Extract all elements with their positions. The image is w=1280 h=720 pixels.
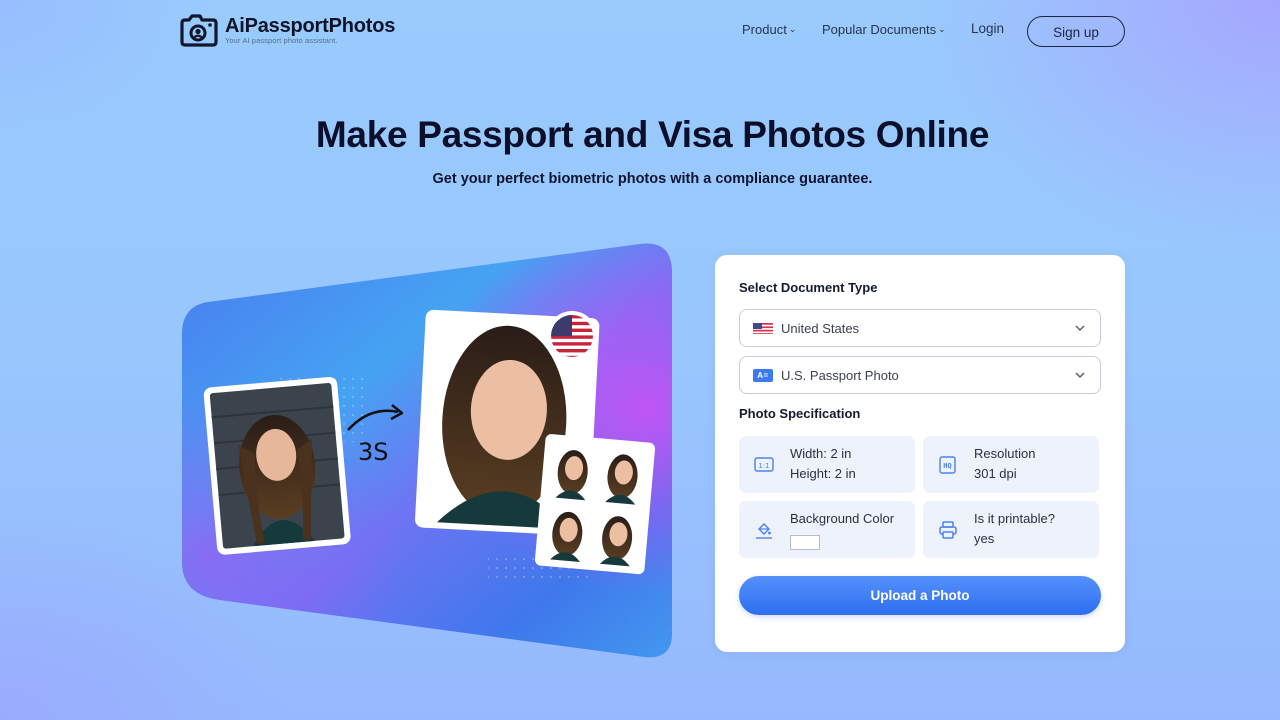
hq-icon: HQ xyxy=(939,456,956,474)
printer-icon xyxy=(939,521,957,539)
original-photo xyxy=(203,376,351,555)
chevron-down-icon: ⌄ xyxy=(788,24,797,34)
background-color-swatch xyxy=(790,535,820,550)
nav-product-label: Product xyxy=(742,22,787,37)
photo-spec-label: Photo Specification xyxy=(739,406,861,421)
site-header: AiPassportPhotos Your AI passport photo … xyxy=(0,0,1280,64)
spec-background-label: Background Color xyxy=(790,511,895,526)
brand-name: AiPassportPhotos xyxy=(225,15,396,37)
spec-resolution-tile: HQ Resolution 301 dpi xyxy=(923,436,1099,493)
paint-bucket-icon xyxy=(756,523,772,539)
signup-button[interactable]: Sign up xyxy=(1027,16,1125,47)
document-select[interactable]: A= U.S. Passport Photo xyxy=(739,356,1101,394)
spec-background-tile: Background Color xyxy=(739,501,915,558)
page-title: Make Passport and Visa Photos Online xyxy=(315,114,990,155)
hero-illustration: 3S xyxy=(180,242,674,660)
document-select-value: U.S. Passport Photo xyxy=(781,367,899,383)
chevron-down-icon: ⌄ xyxy=(938,24,946,34)
login-link[interactable]: Login xyxy=(971,21,1004,36)
spec-printable-label: Is it printable? xyxy=(974,511,1055,526)
spec-printable-tile: Is it printable? yes xyxy=(923,501,1099,558)
svg-text:1:1: 1:1 xyxy=(758,462,769,470)
id-card-icon: A= xyxy=(753,368,773,382)
country-select-value: United States xyxy=(781,320,860,336)
svg-text:HQ: HQ xyxy=(943,462,951,470)
nav-popular-documents[interactable]: Popular Documents ⌄ xyxy=(822,22,946,37)
upload-photo-button[interactable]: Upload a Photo xyxy=(739,576,1101,615)
logo[interactable]: AiPassportPhotos Your AI passport photo … xyxy=(180,14,395,48)
camera-logo-icon xyxy=(180,14,218,48)
print-sheet xyxy=(534,434,656,575)
chevron-down-icon xyxy=(1075,372,1085,378)
brand-tagline: Your AI passport photo assistant. xyxy=(225,36,338,45)
spec-size-tile: 1:1 Width: 2 in Height: 2 in xyxy=(739,436,915,493)
illustration-background xyxy=(182,243,672,658)
aspect-ratio-icon: 1:1 xyxy=(754,457,774,472)
document-type-label: Select Document Type xyxy=(739,280,878,295)
spec-resolution-label: Resolution xyxy=(974,446,1036,461)
nav-product[interactable]: Product ⌄ xyxy=(742,22,796,37)
processing-time-label: 3S xyxy=(358,438,389,466)
page-subtitle: Get your perfect biometric photos with a… xyxy=(432,171,873,187)
country-select[interactable]: United States xyxy=(739,309,1101,347)
chevron-down-icon xyxy=(1075,325,1085,331)
spec-width: Width: 2 in xyxy=(790,446,852,461)
spec-height: Height: 2 in xyxy=(790,466,856,481)
us-flag-icon xyxy=(753,322,773,334)
document-form-card: Select Document Type United States A= U.… xyxy=(715,255,1125,652)
spec-resolution-value: 301 dpi xyxy=(974,466,1017,481)
nav-popular-documents-label: Popular Documents xyxy=(822,22,937,37)
us-flag-icon xyxy=(547,311,597,361)
spec-printable-value: yes xyxy=(974,531,995,546)
